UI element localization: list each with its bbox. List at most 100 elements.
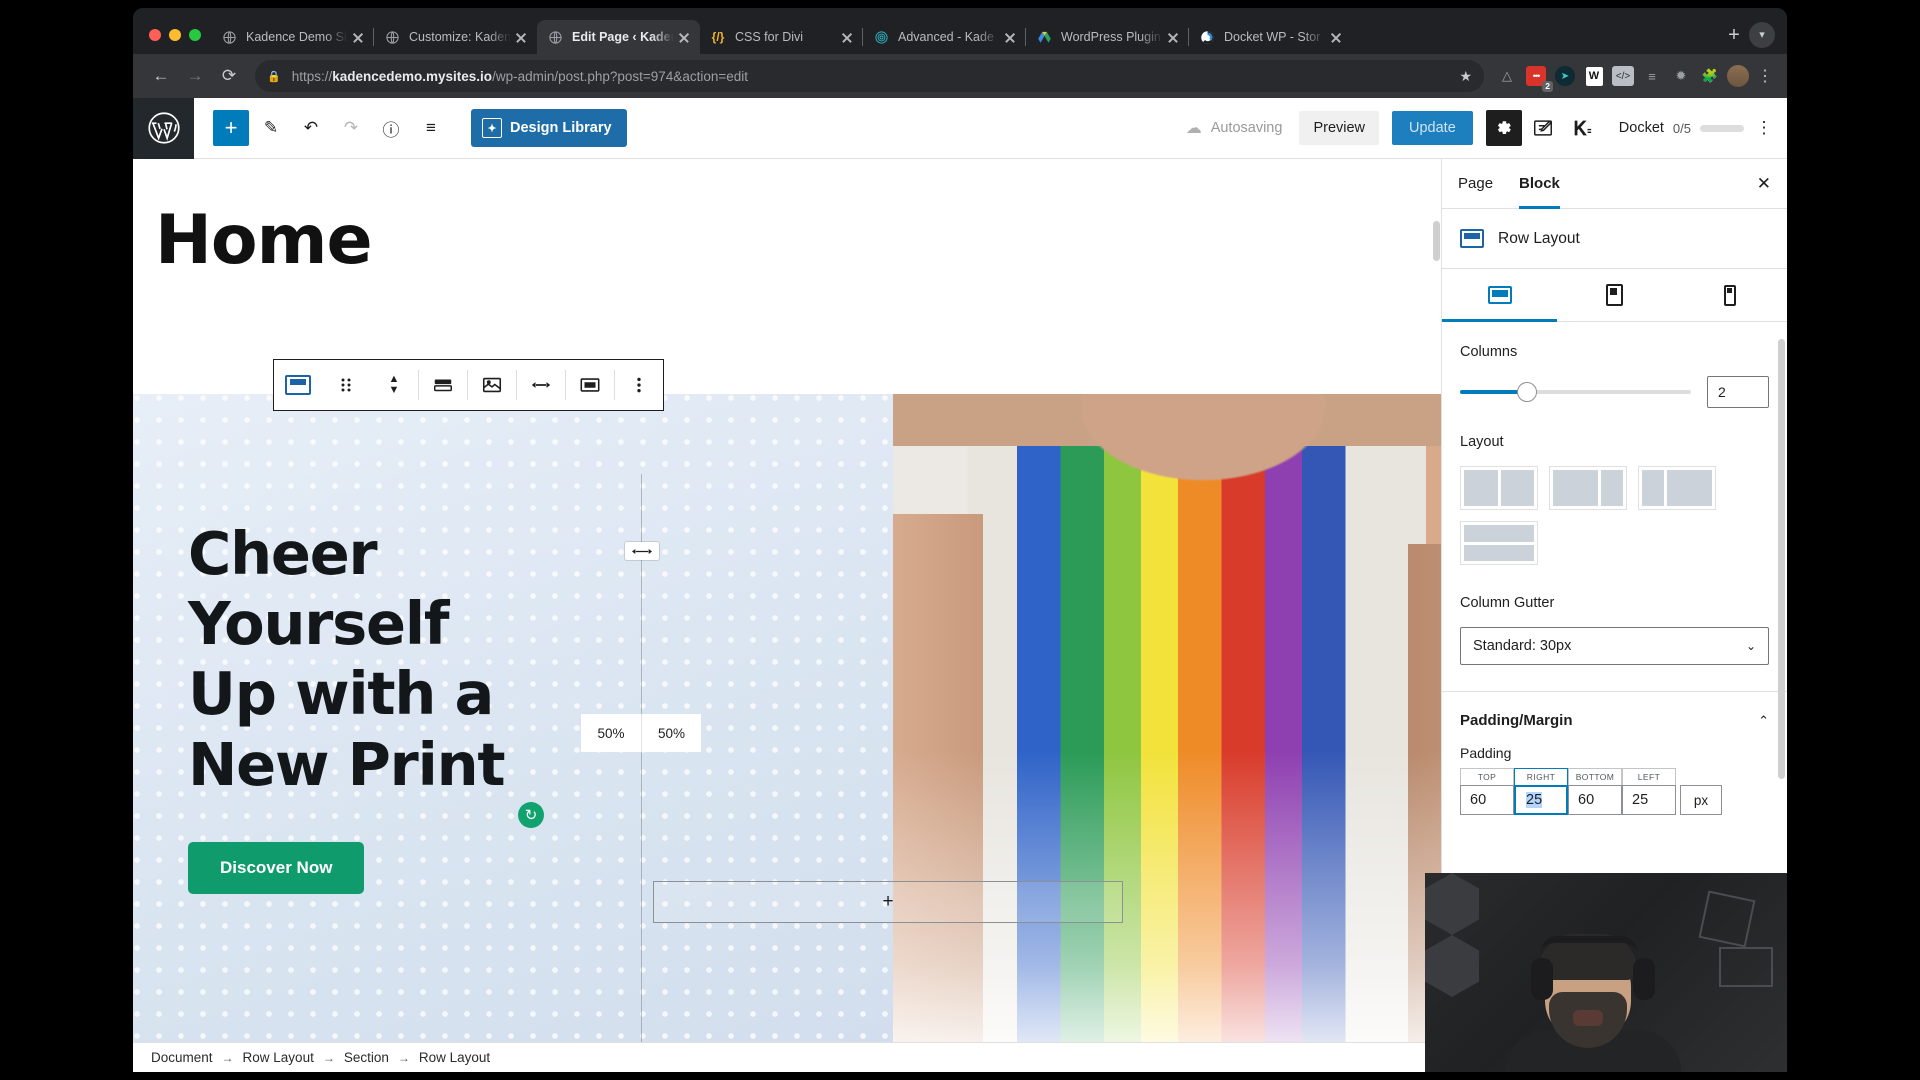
- browser-tab-3[interactable]: {/} CSS for Divi: [700, 20, 863, 54]
- columns-label: Columns: [1460, 344, 1518, 360]
- background-image-icon[interactable]: [468, 360, 516, 410]
- browser-tab-2[interactable]: Edit Page ‹ Kaden: [537, 20, 700, 54]
- redo-button[interactable]: ↷: [333, 110, 369, 146]
- hero-heading-line: Up with a: [188, 659, 494, 729]
- window-menu-button[interactable]: ▾: [1749, 22, 1775, 48]
- browser-tab-4[interactable]: Advanced - Kade: [862, 20, 1026, 54]
- settings-gear-icon[interactable]: [1485, 110, 1522, 146]
- browser-tab-6[interactable]: Docket WP - Stor: [1188, 20, 1352, 54]
- chevron-up-icon[interactable]: ⌃: [1758, 713, 1769, 729]
- colorzilla-extension-icon[interactable]: ✹: [1668, 63, 1694, 89]
- discover-now-button[interactable]: Discover Now: [188, 841, 365, 894]
- window-traffic-lights[interactable]: [141, 29, 211, 54]
- padding-field-value[interactable]: |25: [1514, 785, 1568, 815]
- post-edit-icon[interactable]: [1525, 110, 1561, 146]
- hero-heading[interactable]: Cheer Yourself Up with a New Print: [188, 519, 608, 800]
- padding-field-left[interactable]: LEFT 25: [1622, 768, 1676, 815]
- add-block-button[interactable]: +: [213, 110, 249, 146]
- padding-unit-select[interactable]: px: [1680, 785, 1722, 815]
- sidebar-scrollbar[interactable]: [1778, 339, 1785, 779]
- breadcrumb-item[interactable]: Section: [344, 1050, 389, 1065]
- avatar[interactable]: [1725, 63, 1751, 89]
- drag-handle-icon[interactable]: [322, 360, 370, 410]
- close-tab-icon[interactable]: [513, 29, 529, 45]
- close-tab-icon[interactable]: [839, 29, 855, 45]
- forward-icon[interactable]: →: [179, 60, 211, 92]
- section-align-icon[interactable]: [566, 360, 614, 410]
- canvas-scrollbar[interactable]: [1433, 221, 1440, 261]
- tablet-device-tab[interactable]: [1557, 269, 1672, 321]
- details-info-button[interactable]: ⓘ: [373, 110, 409, 146]
- reset-rotate-icon[interactable]: ↻: [518, 802, 544, 828]
- extensions-bar: △ ••• 2 ➤ W </> ≡ ✹ 🧩: [1494, 63, 1723, 92]
- desktop-device-tab[interactable]: [1442, 269, 1557, 322]
- close-tab-icon[interactable]: [1002, 29, 1018, 45]
- preview-button[interactable]: Preview: [1299, 111, 1380, 145]
- browser-tab-1[interactable]: Customize: Kaden: [373, 20, 537, 54]
- reload-icon[interactable]: ⟳: [213, 60, 245, 92]
- row-layout-block-icon[interactable]: [274, 360, 322, 410]
- list-extension-icon[interactable]: ≡: [1639, 63, 1665, 89]
- column-gutter-select[interactable]: Standard: 30px ⌄: [1460, 627, 1769, 665]
- notes-extension-icon[interactable]: W: [1581, 63, 1607, 89]
- more-options-icon[interactable]: ⋮: [1753, 118, 1775, 138]
- width-align-icon[interactable]: [517, 360, 565, 410]
- columns-slider-knob[interactable]: [1516, 382, 1537, 402]
- breadcrumb-item[interactable]: Document: [151, 1050, 213, 1065]
- close-window-button[interactable]: [149, 29, 161, 41]
- chrome-menu-icon[interactable]: ⋮: [1753, 66, 1777, 86]
- todoist-extension-icon[interactable]: ••• 2: [1523, 63, 1553, 92]
- breadcrumb-item[interactable]: Row Layout: [419, 1050, 490, 1065]
- close-tab-icon[interactable]: [1165, 29, 1181, 45]
- kadence-icon[interactable]: [1564, 110, 1600, 146]
- row-settings-icon[interactable]: [419, 360, 467, 410]
- padding-margin-header[interactable]: Padding/Margin ⌃: [1442, 692, 1787, 745]
- page-title[interactable]: Home: [155, 201, 373, 280]
- more-options-icon[interactable]: [615, 360, 663, 410]
- layout-left-wide[interactable]: [1549, 466, 1627, 510]
- wordpress-logo[interactable]: [133, 97, 194, 159]
- column-resize-handle[interactable]: [625, 542, 659, 560]
- code-extension-icon[interactable]: </>: [1610, 63, 1636, 89]
- drive-extension-icon[interactable]: △: [1494, 63, 1520, 89]
- tab-block[interactable]: Block: [1519, 159, 1560, 209]
- new-tab-button[interactable]: +: [1719, 21, 1749, 51]
- back-icon[interactable]: ←: [145, 60, 177, 92]
- breadcrumb-item[interactable]: Row Layout: [243, 1050, 314, 1065]
- layout-equal-halves[interactable]: [1460, 466, 1538, 510]
- padding-field-value[interactable]: 60: [1568, 785, 1622, 815]
- columns-number-input[interactable]: 2: [1707, 376, 1769, 408]
- close-sidebar-icon[interactable]: ✕: [1757, 174, 1771, 194]
- navigation-extension-icon[interactable]: ➤: [1552, 63, 1578, 89]
- padding-field-top[interactable]: TOP 60: [1460, 768, 1514, 815]
- maximize-window-button[interactable]: [189, 29, 201, 41]
- address-bar[interactable]: 🔒 https://kadencedemo.mysites.io/wp-admi…: [255, 60, 1484, 92]
- browser-tab-5[interactable]: WordPress Plugin: [1025, 20, 1189, 54]
- edit-tool-button[interactable]: ✎: [253, 110, 289, 146]
- close-tab-icon[interactable]: [1328, 29, 1344, 45]
- layout-right-wide[interactable]: [1638, 466, 1716, 510]
- headphone-band: [1541, 936, 1637, 952]
- columns-slider[interactable]: [1460, 382, 1691, 402]
- padding-field-bottom[interactable]: BOTTOM 60: [1568, 768, 1622, 815]
- docket-progress-bar: [1700, 124, 1744, 132]
- close-tab-icon[interactable]: [350, 29, 366, 45]
- undo-button[interactable]: ↶: [293, 110, 329, 146]
- move-up-down-icon[interactable]: ▲ ▼: [370, 360, 418, 410]
- close-tab-icon[interactable]: [676, 29, 692, 45]
- docket-widget[interactable]: Docket 0/5: [1619, 120, 1744, 136]
- minimize-window-button[interactable]: [169, 29, 181, 41]
- list-view-button[interactable]: ≡: [413, 110, 449, 146]
- padding-field-value[interactable]: 25: [1622, 785, 1676, 815]
- empty-block-appender[interactable]: +: [653, 881, 1123, 923]
- layout-stacked-rows[interactable]: [1460, 521, 1538, 565]
- padding-field-value[interactable]: 60: [1460, 785, 1514, 815]
- design-library-button[interactable]: ✦ Design Library: [471, 109, 627, 147]
- browser-tab-0[interactable]: Kadence Demo Si: [211, 20, 374, 54]
- tab-page[interactable]: Page: [1458, 159, 1493, 209]
- puzzle-extension-icon[interactable]: 🧩: [1697, 63, 1723, 89]
- bookmark-star-icon[interactable]: ★: [1449, 68, 1472, 85]
- update-button[interactable]: Update: [1392, 111, 1473, 145]
- padding-field-right[interactable]: RIGHT|25: [1514, 768, 1568, 815]
- mobile-device-tab[interactable]: [1672, 269, 1787, 321]
